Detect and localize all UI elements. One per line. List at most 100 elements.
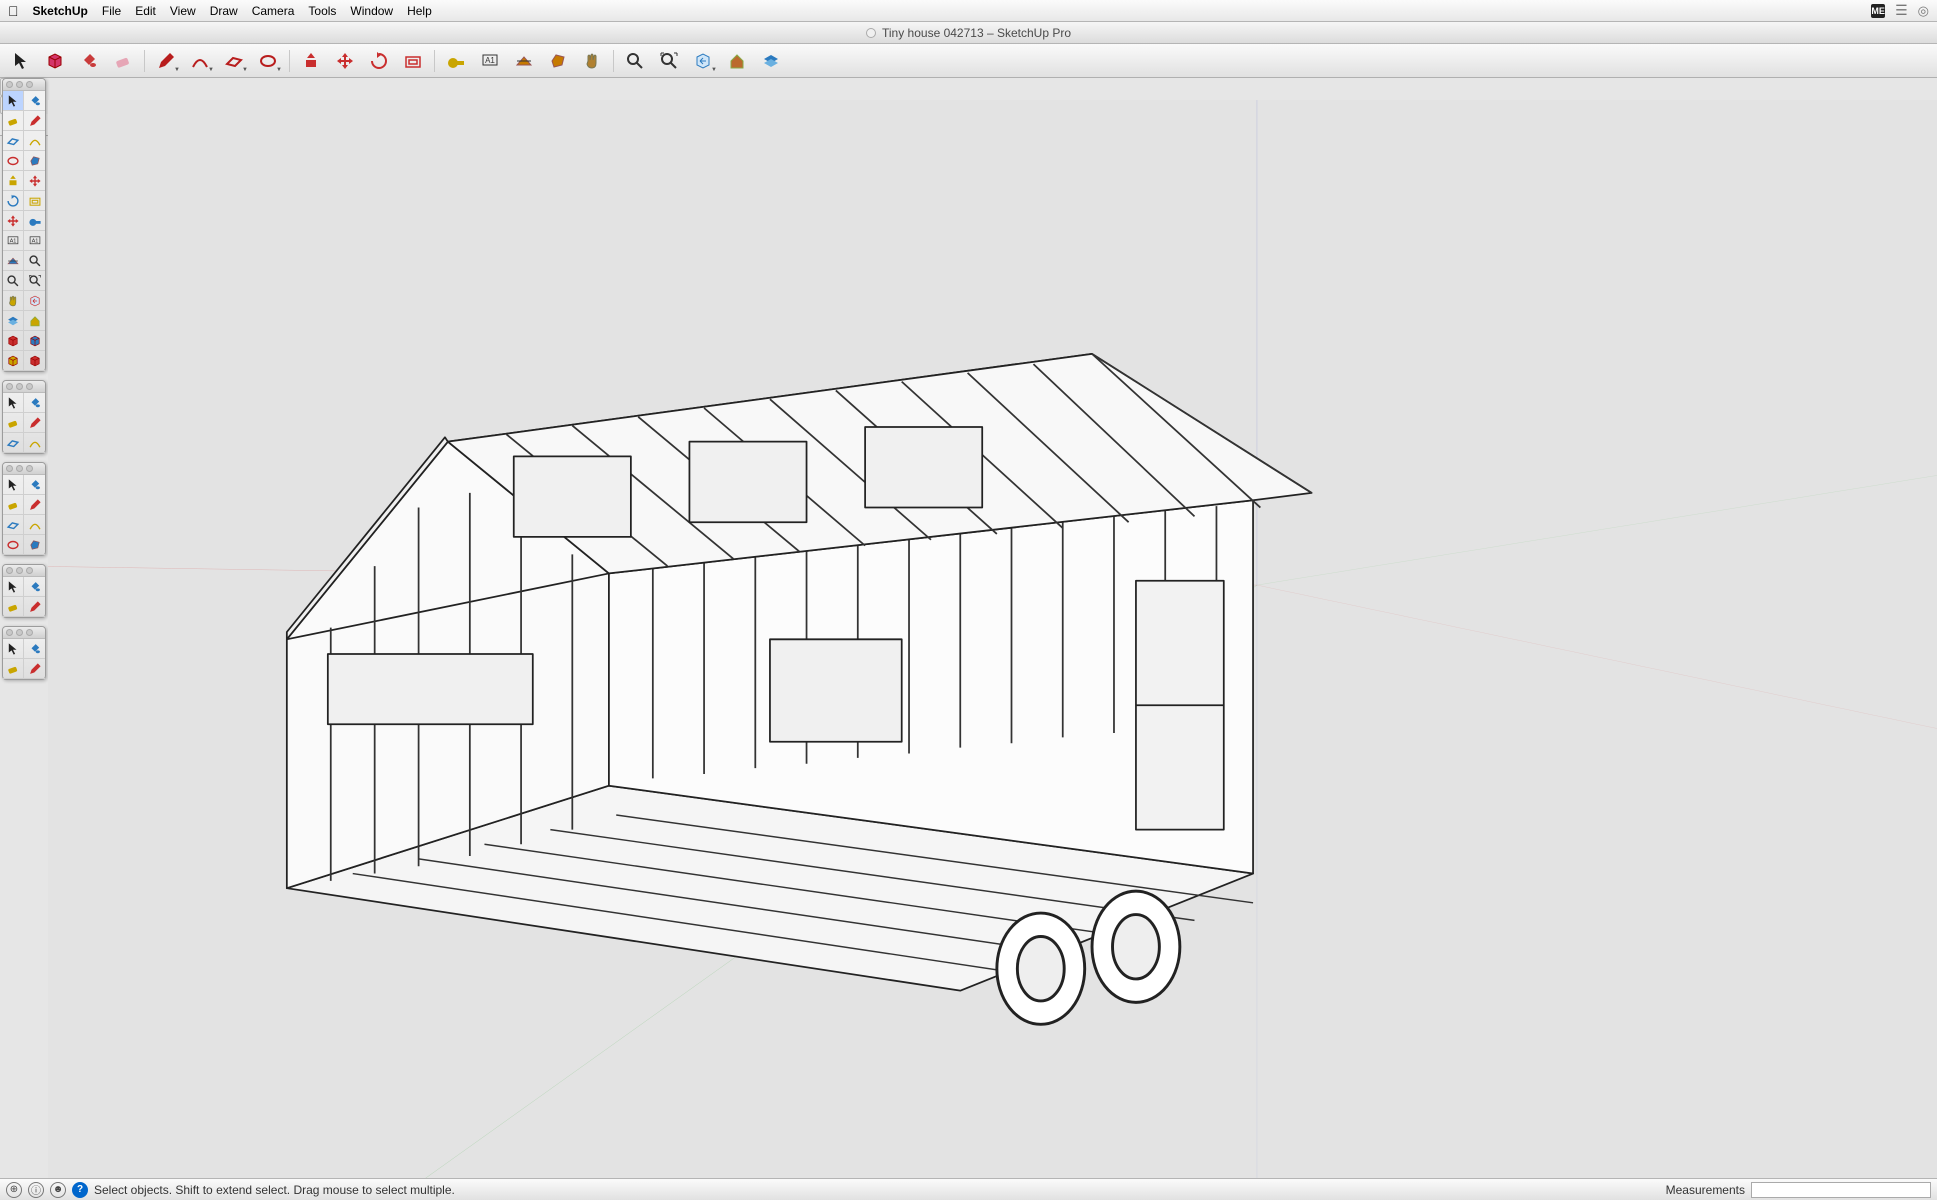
- palette-dynamic-components[interactable]: [2, 564, 46, 618]
- menu-tools[interactable]: Tools: [308, 4, 336, 18]
- notification-center-icon[interactable]: ☰: [1895, 2, 1908, 19]
- layers-tool[interactable]: [756, 48, 786, 74]
- pan-tool[interactable]: [577, 48, 607, 74]
- menu-view[interactable]: View: [170, 4, 196, 18]
- text-tool[interactable]: A1: [475, 48, 505, 74]
- palette-close-icon[interactable]: [6, 629, 13, 636]
- palette-close-icon[interactable]: [6, 81, 13, 88]
- palette-tool[interactable]: [3, 475, 24, 495]
- palette-tool[interactable]: [24, 515, 45, 535]
- menu-edit[interactable]: Edit: [135, 4, 156, 18]
- offset-tool[interactable]: [398, 48, 428, 74]
- palette-tool[interactable]: [24, 111, 45, 131]
- palette-tool[interactable]: [24, 271, 45, 291]
- geolocation-icon[interactable]: ⊕: [6, 1182, 22, 1198]
- palette-tool[interactable]: [24, 331, 45, 351]
- palette-tool[interactable]: [3, 271, 24, 291]
- palette-tool[interactable]: [24, 91, 45, 111]
- palette-tool[interactable]: [24, 597, 45, 617]
- style-tool[interactable]: [722, 48, 752, 74]
- palette-min-icon[interactable]: [16, 465, 23, 472]
- palette-tool[interactable]: [3, 111, 24, 131]
- palette-tool[interactable]: [3, 433, 24, 453]
- make-component-tool[interactable]: [40, 48, 70, 74]
- palette-tool[interactable]: [24, 131, 45, 151]
- spotlight-icon[interactable]: ◎: [1918, 3, 1929, 19]
- menu-camera[interactable]: Camera: [252, 4, 295, 18]
- palette-zoom-icon[interactable]: [26, 567, 33, 574]
- palette-header[interactable]: [3, 627, 45, 639]
- palette-tool[interactable]: [24, 413, 45, 433]
- palette-tool[interactable]: [24, 659, 45, 679]
- palette-tool[interactable]: [24, 475, 45, 495]
- app-name[interactable]: SketchUp: [33, 4, 88, 18]
- help-icon[interactable]: ?: [72, 1182, 88, 1198]
- palette-zoom-icon[interactable]: [26, 629, 33, 636]
- palette-tool[interactable]: [3, 131, 24, 151]
- measurements-input[interactable]: [1751, 1182, 1931, 1198]
- paint-bucket-tool[interactable]: [74, 48, 104, 74]
- zoom-extents-tool[interactable]: [654, 48, 684, 74]
- palette-header[interactable]: [3, 463, 45, 475]
- palette-tool[interactable]: [3, 495, 24, 515]
- palette-close-icon[interactable]: [6, 465, 13, 472]
- palette-tool[interactable]: [3, 331, 24, 351]
- palette-tool[interactable]: [3, 659, 24, 679]
- palette-min-icon[interactable]: [16, 383, 23, 390]
- previous-view-tool[interactable]: ▼: [688, 48, 718, 74]
- palette-tool[interactable]: [24, 393, 45, 413]
- palette-tool[interactable]: [3, 171, 24, 191]
- palette-tool[interactable]: [24, 251, 45, 271]
- palette-tool[interactable]: [24, 433, 45, 453]
- eraser-tool[interactable]: [108, 48, 138, 74]
- palette-large-tool-set[interactable]: A1A1: [2, 78, 46, 372]
- menu-help[interactable]: Help: [407, 4, 432, 18]
- credits-icon[interactable]: ⓘ: [28, 1182, 44, 1198]
- palette-tool[interactable]: [3, 639, 24, 659]
- palette-min-icon[interactable]: [16, 567, 23, 574]
- select-tool[interactable]: [6, 48, 36, 74]
- add-detail-tool[interactable]: [543, 48, 573, 74]
- palette-tool[interactable]: [3, 191, 24, 211]
- palette-tool[interactable]: [24, 577, 45, 597]
- palette-zoom-icon[interactable]: [26, 81, 33, 88]
- 3d-viewport[interactable]: [48, 100, 1937, 1178]
- push-pull-tool[interactable]: [296, 48, 326, 74]
- section-plane-tool[interactable]: [509, 48, 539, 74]
- palette-tool[interactable]: [3, 597, 24, 617]
- document-proxy-icon[interactable]: [866, 28, 876, 38]
- palette-tool[interactable]: [24, 311, 45, 331]
- palette-tool[interactable]: [3, 577, 24, 597]
- palette-zoom-icon[interactable]: [26, 465, 33, 472]
- menu-window[interactable]: Window: [350, 4, 393, 18]
- menu-draw[interactable]: Draw: [210, 4, 238, 18]
- palette-tool[interactable]: [24, 191, 45, 211]
- palette-header[interactable]: [3, 79, 45, 91]
- palette-tool[interactable]: [3, 351, 24, 371]
- palette-zoom-icon[interactable]: [26, 383, 33, 390]
- palette-tool[interactable]: [24, 151, 45, 171]
- rectangle-tool[interactable]: ▼: [219, 48, 249, 74]
- palette-tool[interactable]: [3, 413, 24, 433]
- palette-tool[interactable]: [24, 535, 45, 555]
- palette-tool[interactable]: [24, 495, 45, 515]
- palette-tool[interactable]: [3, 151, 24, 171]
- palette-tool[interactable]: A1: [24, 231, 45, 251]
- palette-min-icon[interactable]: [16, 629, 23, 636]
- menu-file[interactable]: File: [102, 4, 121, 18]
- rotate-tool[interactable]: [364, 48, 394, 74]
- palette-tool[interactable]: [3, 311, 24, 331]
- move-tool[interactable]: [330, 48, 360, 74]
- palette-tool[interactable]: [3, 515, 24, 535]
- palette-tool[interactable]: [3, 91, 24, 111]
- arc-tool[interactable]: ▼: [185, 48, 215, 74]
- palette-tool[interactable]: [3, 291, 24, 311]
- palette-tool[interactable]: [24, 639, 45, 659]
- palette-min-icon[interactable]: [16, 81, 23, 88]
- apple-icon[interactable]: : [8, 3, 19, 19]
- palette-tool[interactable]: [24, 351, 45, 371]
- palette-tool[interactable]: [3, 211, 24, 231]
- palette-tool[interactable]: [24, 211, 45, 231]
- palette-tool[interactable]: [24, 291, 45, 311]
- palette-tool[interactable]: [24, 171, 45, 191]
